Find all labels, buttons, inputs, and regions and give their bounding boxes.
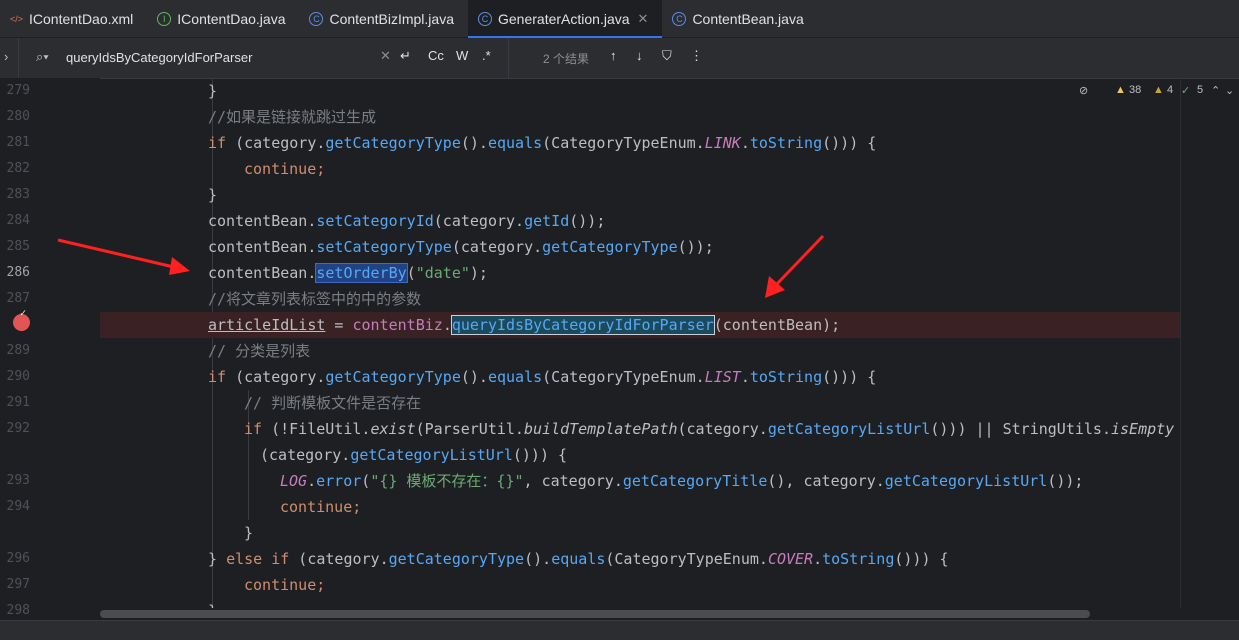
code-line: }: [208, 186, 218, 204]
words-button[interactable]: W: [456, 48, 468, 63]
next-occurrence-icon[interactable]: ↓: [636, 48, 643, 63]
line-number: 280: [6, 109, 30, 124]
line-number: 289: [6, 343, 30, 358]
code-line: //如果是链接就跳过生成: [208, 108, 377, 126]
chevron-up-icon[interactable]: ⌃: [1211, 84, 1220, 97]
line-number: 283: [6, 187, 30, 202]
weak-warning-icon: ▲: [1153, 84, 1164, 96]
interface-icon: I: [157, 11, 172, 26]
line-number: 291: [6, 395, 30, 410]
ok-count: 5: [1197, 84, 1204, 96]
clear-search-icon[interactable]: ✕: [380, 48, 391, 64]
code-line: // 判断模板文件是否存在: [244, 394, 422, 412]
tab-contentbean-java[interactable]: C ContentBean.java: [662, 0, 817, 37]
close-tab-icon[interactable]: ✕: [638, 11, 649, 27]
code-line: contentBean.setCategoryType(category.get…: [208, 238, 714, 256]
line-number: 293: [6, 473, 30, 488]
divider: [508, 38, 509, 78]
code-line: }: [208, 82, 218, 100]
code-line: contentBean.setCategoryId(category.getId…: [208, 212, 606, 230]
line-number-gutter[interactable]: 279 280 281 282 283 284 285 286 287 289 …: [0, 78, 100, 618]
right-margin-guide: [1180, 78, 1181, 608]
search-history-icon[interactable]: ⌕▾: [36, 49, 49, 65]
line-number: 285: [6, 239, 30, 254]
tab-icontentdao-xml[interactable]: </> IContentDao.xml: [0, 0, 147, 37]
inspection-widget[interactable]: ⊘ ▲ 38 ▲ 4 ✓ 5 ⌃ ⌄: [1079, 78, 1239, 104]
code-line: } else if (category.getCategoryType().eq…: [208, 550, 949, 568]
tab-icontentdao-java[interactable]: I IContentDao.java: [147, 0, 299, 37]
search-input[interactable]: [66, 47, 366, 67]
code-editor[interactable]: } //如果是链接就跳过生成 if (category.getCategoryT…: [100, 78, 1180, 608]
code-line: }: [244, 524, 254, 542]
selected-text: setOrderBy: [315, 263, 408, 283]
filter-icon[interactable]: ⛉: [662, 48, 672, 64]
find-bar: › ⌕▾ ✕ ↵ Cc W .* 2 个结果 ↑ ↓ ⛉ ⋮: [0, 38, 1239, 79]
code-line: continue;: [280, 498, 362, 516]
warning-count: 38: [1129, 84, 1142, 96]
regex-button[interactable]: .*: [482, 48, 491, 63]
code-line: LOG.error("{} 模板不存在：{}", category.getCat…: [280, 472, 1084, 490]
tab-label: IContentDao.xml: [29, 10, 134, 27]
code-line: if (category.getCategoryType().equals(Ca…: [208, 134, 877, 152]
tab-contentbizimpl-java[interactable]: C ContentBizImpl.java: [299, 0, 468, 37]
check-icon: ✓: [1181, 85, 1191, 97]
class-icon: C: [309, 11, 324, 26]
breakpoint-icon[interactable]: [13, 308, 30, 331]
line-number: 281: [6, 135, 30, 150]
line-number: 290: [6, 369, 30, 384]
code-line: continue;: [244, 576, 326, 594]
editor-tab-bar: </> IContentDao.xml I IContentDao.java C…: [0, 0, 1239, 38]
code-line: //将文章列表标签中的中的参数: [208, 290, 422, 308]
code-line: if (!FileUtil.exist(ParserUtil.buildTemp…: [244, 420, 1175, 438]
previous-occurrence-icon[interactable]: ↑: [610, 48, 617, 63]
horizontal-scrollbar[interactable]: [100, 610, 1090, 618]
tab-label: IContentDao.java: [177, 10, 286, 27]
line-number: 296: [6, 551, 30, 566]
code-line-current: contentBean.setOrderBy("date");: [208, 263, 488, 283]
line-number: 294: [6, 499, 30, 514]
tab-label: GeneraterAction.java: [498, 10, 630, 27]
weak-warning-count: 4: [1167, 84, 1174, 96]
divider: [18, 38, 19, 78]
status-strip: [0, 620, 1239, 640]
tab-generateraction-java[interactable]: C GeneraterAction.java ✕: [468, 0, 663, 38]
xml-file-icon: </>: [10, 13, 24, 24]
search-match: queryIdsByCategoryIdForParser: [450, 315, 715, 335]
line-number: 284: [6, 213, 30, 228]
line-number: 279: [6, 83, 30, 98]
result-count: 2 个结果: [543, 52, 590, 66]
line-number-current: 286: [6, 265, 30, 280]
code-line: continue;: [244, 160, 326, 178]
line-number: 282: [6, 161, 30, 176]
line-number: 292: [6, 421, 30, 436]
chevron-down-icon[interactable]: ⌄: [1225, 84, 1234, 97]
code-line: }: [100, 598, 1180, 608]
reader-mode-icon[interactable]: ⊘: [1079, 84, 1088, 97]
code-line-wrapped: (category.getCategoryListUrl())) {: [260, 446, 568, 464]
match-case-button[interactable]: Cc: [428, 48, 444, 63]
expand-replace-icon[interactable]: ›: [4, 49, 8, 64]
code-line: if (category.getCategoryType().equals(Ca…: [208, 368, 877, 386]
class-icon: C: [672, 11, 687, 26]
tab-label: ContentBizImpl.java: [329, 10, 454, 27]
new-line-icon[interactable]: ↵: [400, 48, 411, 64]
breakpoint-line: articleIdList = contentBiz.queryIdsByCat…: [100, 312, 1180, 338]
line-number: 297: [6, 577, 30, 592]
tab-label: ContentBean.java: [692, 10, 804, 27]
warning-icon: ▲: [1115, 84, 1126, 96]
class-icon: C: [478, 11, 492, 26]
code-line: // 分类是列表: [208, 342, 311, 360]
more-options-icon[interactable]: ⋮: [690, 48, 703, 64]
